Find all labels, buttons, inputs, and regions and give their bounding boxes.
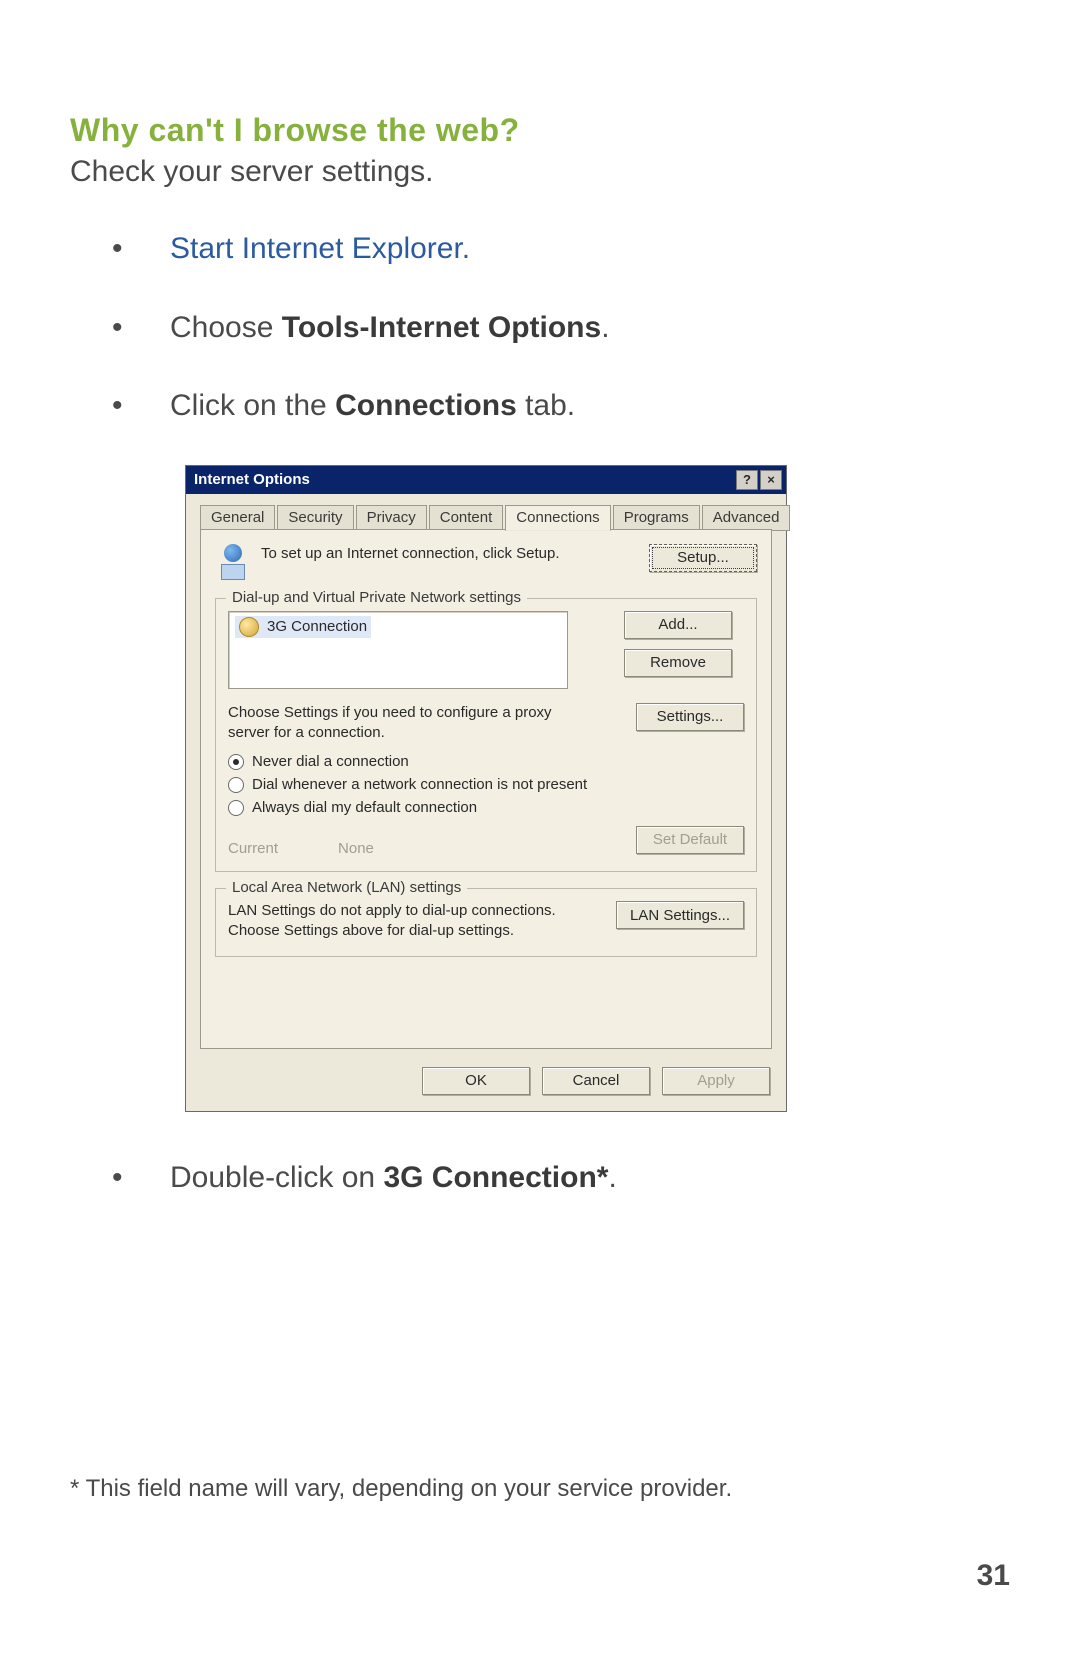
tab-programs[interactable]: Programs — [613, 505, 700, 531]
instruction-text-pre: Click on the — [170, 389, 335, 422]
tab-connections[interactable]: Connections — [505, 505, 610, 531]
internet-setup-icon — [215, 544, 251, 580]
instruction-text-post: . — [601, 311, 609, 344]
radio-label: Always dial my default connection — [252, 799, 477, 816]
instruction-text: Start Internet Explorer. — [170, 232, 470, 265]
dialog-footer: OK Cancel Apply — [186, 1055, 786, 1111]
setup-button[interactable]: Setup... — [649, 544, 757, 572]
remove-button[interactable]: Remove — [624, 649, 732, 677]
titlebar-buttons: ? × — [736, 470, 782, 490]
set-default-button: Set Default — [636, 826, 744, 854]
tab-privacy[interactable]: Privacy — [356, 505, 427, 531]
dialup-group: Dial-up and Virtual Private Network sett… — [215, 598, 757, 873]
internet-options-dialog: Internet Options ? × General Security Pr… — [185, 465, 787, 1112]
radio-icon — [228, 777, 244, 793]
tab-strip: General Security Privacy Content Connect… — [200, 504, 772, 530]
connections-listbox[interactable]: 3G Connection — [228, 611, 568, 689]
tab-content[interactable]: Content — [429, 505, 504, 531]
connection-name: 3G Connection — [267, 618, 367, 635]
instruction-item: Click on the Connections tab. — [170, 386, 1010, 427]
footnote: * This field name will vary, depending o… — [70, 1475, 732, 1503]
close-button[interactable]: × — [760, 470, 782, 490]
ok-button[interactable]: OK — [422, 1067, 530, 1095]
radio-always-dial[interactable]: Always dial my default connection — [228, 799, 744, 816]
proxy-text: Choose Settings if you need to configure… — [228, 703, 568, 744]
current-label: Current — [228, 840, 278, 857]
radio-label: Never dial a connection — [252, 753, 409, 770]
faq-heading: Why can't I browse the web? — [70, 112, 1010, 149]
instruction-text-bold: Tools-Internet Options — [282, 311, 601, 344]
instruction-text-post: tab. — [517, 389, 575, 422]
instruction-item: Double-click on 3G Connection*. — [170, 1158, 1010, 1199]
instruction-text-post: . — [608, 1161, 616, 1194]
instruction-list: Start Internet Explorer. Choose Tools-In… — [70, 229, 1010, 427]
instruction-text-pre: Double-click on — [170, 1161, 383, 1194]
connection-icon — [239, 617, 259, 637]
radio-icon — [228, 754, 244, 770]
setup-button-label: Setup... — [677, 549, 729, 566]
manual-page: Why can't I browse the web? Check your s… — [0, 0, 1080, 1668]
instruction-item: Choose Tools-Internet Options. — [170, 308, 1010, 349]
radio-never-dial[interactable]: Never dial a connection — [228, 753, 744, 770]
page-number: 31 — [977, 1559, 1010, 1593]
instruction-text-bold: Connections — [335, 389, 517, 422]
lan-text: LAN Settings do not apply to dial-up con… — [228, 901, 568, 942]
lan-group-legend: Local Area Network (LAN) settings — [226, 879, 467, 896]
lan-group: Local Area Network (LAN) settings LAN Se… — [215, 888, 757, 957]
add-button[interactable]: Add... — [624, 611, 732, 639]
setup-text: To set up an Internet connection, click … — [261, 544, 560, 564]
instruction-text-pre: Choose — [170, 311, 282, 344]
tab-advanced[interactable]: Advanced — [702, 505, 791, 531]
setup-row: To set up an Internet connection, click … — [215, 544, 757, 580]
radio-label: Dial whenever a network connection is no… — [252, 776, 587, 793]
connections-panel: To set up an Internet connection, click … — [200, 529, 772, 1049]
list-item[interactable]: 3G Connection — [235, 616, 371, 638]
dialup-group-legend: Dial-up and Virtual Private Network sett… — [226, 589, 527, 606]
radio-icon — [228, 800, 244, 816]
cancel-button[interactable]: Cancel — [542, 1067, 650, 1095]
dialog-body: General Security Privacy Content Connect… — [186, 494, 786, 1055]
current-value: None — [338, 840, 374, 857]
settings-button[interactable]: Settings... — [636, 703, 744, 731]
tab-security[interactable]: Security — [277, 505, 353, 531]
dialog-screenshot: Internet Options ? × General Security Pr… — [185, 465, 1010, 1112]
apply-button: Apply — [662, 1067, 770, 1095]
instruction-list-continued: Double-click on 3G Connection*. — [70, 1158, 1010, 1199]
faq-subheading: Check your server settings. — [70, 155, 1010, 189]
lan-settings-button[interactable]: LAN Settings... — [616, 901, 744, 929]
titlebar: Internet Options ? × — [186, 466, 786, 494]
tab-general[interactable]: General — [200, 505, 275, 531]
help-button[interactable]: ? — [736, 470, 758, 490]
instruction-item: Start Internet Explorer. — [170, 229, 1010, 270]
instruction-text-bold: 3G Connection* — [383, 1161, 608, 1194]
dialog-title: Internet Options — [194, 471, 310, 488]
radio-dial-whenever[interactable]: Dial whenever a network connection is no… — [228, 776, 744, 793]
